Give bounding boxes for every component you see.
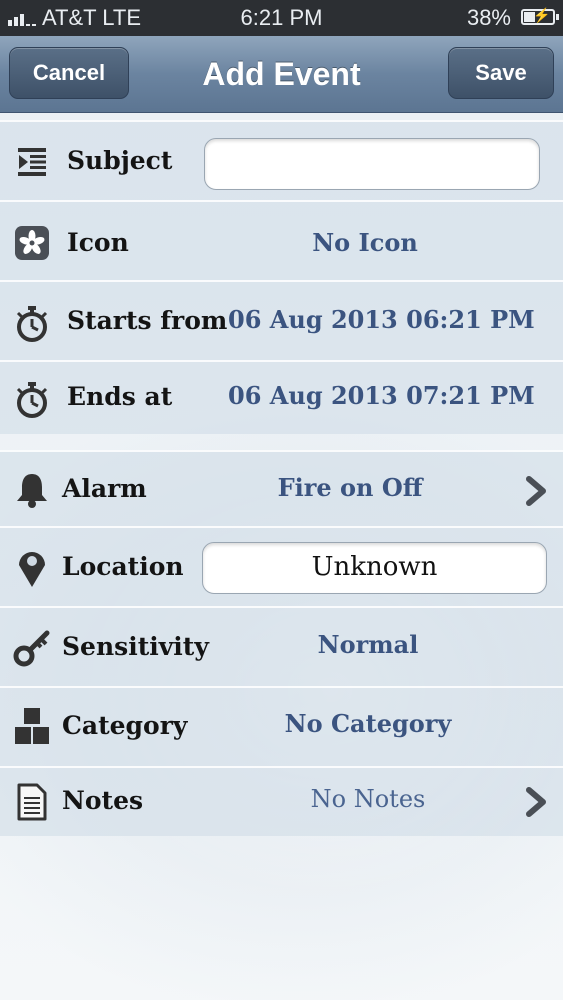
alarm-label: Alarm: [62, 474, 147, 503]
icon-value[interactable]: No Icon: [230, 228, 500, 257]
subject-icon: [12, 142, 52, 182]
alarm-row[interactable]: Alarm Fire on Off: [0, 450, 563, 526]
alarm-value[interactable]: Fire on Off: [230, 473, 470, 502]
category-label: Category: [62, 711, 188, 740]
icon-row[interactable]: Icon No Icon: [0, 200, 563, 280]
key-icon: [12, 628, 52, 668]
flower-icon: [12, 223, 52, 263]
icon-label: Icon: [67, 228, 129, 257]
notes-label: Notes: [62, 786, 144, 815]
starts-from-value[interactable]: 06 Aug 2013 06:21 PM: [228, 305, 535, 334]
starts-from-label: Starts from: [67, 306, 228, 335]
ends-at-label: Ends at: [67, 382, 173, 411]
notes-row[interactable]: Notes No Notes: [0, 766, 563, 836]
battery-icon: ⚡: [521, 7, 559, 25]
sensitivity-value[interactable]: Normal: [250, 630, 486, 659]
location-label: Location: [62, 552, 184, 581]
subject-input[interactable]: [204, 138, 540, 190]
sensitivity-label: Sensitivity: [62, 632, 209, 661]
document-icon: [12, 782, 52, 822]
location-input[interactable]: Unknown: [202, 542, 547, 594]
notes-value[interactable]: No Notes: [250, 785, 486, 813]
stopwatch-icon: [12, 304, 52, 344]
sensitivity-row[interactable]: Sensitivity Normal: [0, 606, 563, 686]
bell-icon: [12, 470, 52, 510]
subject-row: Subject: [0, 120, 563, 200]
category-row[interactable]: Category No Category: [0, 686, 563, 766]
category-value[interactable]: No Category: [250, 709, 486, 738]
battery-percent: 38%: [466, 5, 511, 30]
blocks-icon: [12, 706, 52, 746]
chevron-right-icon[interactable]: [523, 787, 549, 817]
subject-label: Subject: [67, 146, 173, 175]
starts-from-row[interactable]: Starts from 06 Aug 2013 06:21 PM: [0, 280, 563, 360]
map-pin-icon: [12, 548, 52, 588]
location-row: Location Unknown: [0, 526, 563, 606]
save-button[interactable]: Save: [448, 47, 554, 99]
status-bar: AT&T LTE 6:21 PM 38% ⚡: [0, 0, 563, 36]
ends-at-value[interactable]: 06 Aug 2013 07:21 PM: [228, 381, 535, 410]
navigation-bar: Cancel Add Event Save: [0, 36, 563, 113]
stopwatch-icon: [12, 380, 52, 420]
chevron-right-icon[interactable]: [523, 476, 549, 506]
ends-at-row[interactable]: Ends at 06 Aug 2013 07:21 PM: [0, 360, 563, 434]
